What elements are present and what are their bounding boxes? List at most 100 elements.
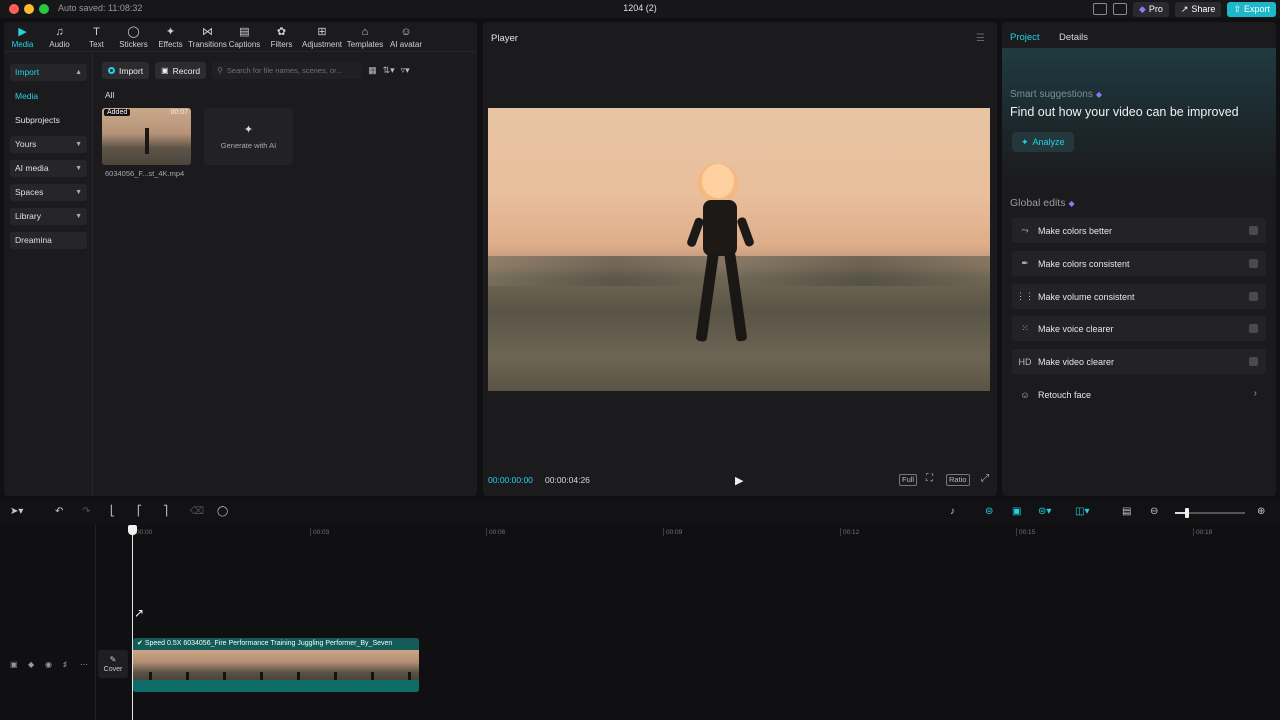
global-edit-make-voice-clearer[interactable]: ⁙ Make voice clearer	[1012, 316, 1266, 341]
zoom-in-icon[interactable]: ⊕	[1257, 506, 1265, 517]
trim-left-icon[interactable]: ⎡	[137, 506, 142, 517]
ruler-tick	[663, 528, 664, 536]
lock-icon[interactable]: ◆	[28, 660, 34, 669]
zoom-slider-handle[interactable]	[1185, 508, 1189, 518]
sidebar-item-label: Spaces	[15, 187, 44, 197]
toggle-checkbox[interactable]	[1249, 324, 1258, 333]
grid-view-icon[interactable]: ▦	[368, 65, 377, 76]
analyze-button[interactable]: ✦ Analyze	[1012, 132, 1074, 152]
tab-templates[interactable]: ⌂ Templates	[344, 22, 386, 51]
project-title[interactable]: 1204 (2)	[600, 3, 680, 13]
sidebar-item-ai-media[interactable]: AI media ▼	[10, 160, 87, 177]
zoom-out-icon[interactable]: ⊖	[1150, 506, 1158, 517]
import-button[interactable]: Import	[102, 62, 150, 79]
sidebar-item-import[interactable]: Import ▲	[10, 64, 87, 81]
minimize-window-button[interactable]	[24, 4, 34, 14]
tab-ai-avatar[interactable]: ☺ AI avatar	[386, 22, 426, 51]
zoom-window-button[interactable]	[39, 4, 49, 14]
sidebar-item-subprojects[interactable]: Subprojects	[10, 112, 87, 129]
playhead[interactable]	[132, 528, 133, 720]
gem-icon: ◆	[1068, 199, 1075, 208]
track-type-icon: ▣	[10, 660, 18, 669]
shield-icon[interactable]: ◯	[217, 506, 228, 517]
tab-details[interactable]: Details	[1059, 32, 1088, 43]
redo-icon[interactable]: ↷	[82, 506, 90, 517]
split-icon[interactable]: ⎣	[110, 506, 115, 517]
microphone-icon[interactable]: ♪	[950, 506, 955, 517]
tab-effects[interactable]: ✦ Effects	[152, 22, 189, 51]
preview-axis-icon[interactable]: ◫▾	[1075, 506, 1089, 517]
global-edit-label: Make voice clearer	[1038, 323, 1114, 334]
caption-track-icon[interactable]: ▤	[1122, 506, 1131, 517]
global-edit-make-video-clearer[interactable]: HD Make video clearer	[1012, 349, 1266, 374]
sidebar-item-spaces[interactable]: Spaces ▼	[10, 184, 87, 201]
sidebar-item-yours[interactable]: Yours ▼	[10, 136, 87, 153]
search-input[interactable]: ⚲ Search for file names, scenes, or...	[212, 62, 363, 79]
import-icon	[108, 67, 115, 74]
player-title: Player	[491, 33, 518, 44]
select-tool-icon[interactable]: ➤▾	[10, 506, 23, 517]
toggle-checkbox[interactable]	[1249, 226, 1258, 235]
global-edit-label: Make video clearer	[1038, 356, 1115, 367]
sidebar-item-dreamina[interactable]: Dreamina	[10, 232, 87, 249]
toggle-checkbox[interactable]	[1249, 357, 1258, 366]
tab-filters[interactable]: ✿ Filters	[263, 22, 300, 51]
tab-transitions[interactable]: ⋈ Transitions	[188, 22, 227, 51]
sidebar-item-media[interactable]: Media	[10, 88, 87, 105]
export-button[interactable]: ⇧ Export	[1227, 1, 1276, 17]
auto-snap-icon[interactable]: ▣	[1012, 506, 1021, 517]
export-icon: ⇧	[1233, 3, 1241, 14]
search-icon: ⚲	[217, 66, 223, 75]
timeline-video-clip[interactable]: ✔ Speed 0.5X 6034056_Fire Performance Tr…	[133, 638, 419, 692]
full-quality-button[interactable]: Full	[899, 474, 918, 486]
tab-adjustment[interactable]: ⊞ Adjustment	[300, 22, 344, 51]
layout-icon[interactable]	[1092, 3, 1107, 15]
sidebar-item-library[interactable]: Library ▼	[10, 208, 87, 225]
shortcuts-icon[interactable]	[1112, 3, 1127, 15]
close-window-button[interactable]	[9, 4, 19, 14]
share-icon: ↗	[1180, 3, 1189, 14]
toggle-checkbox[interactable]	[1249, 292, 1258, 301]
playhead-handle[interactable]	[128, 525, 137, 535]
pro-button[interactable]: ◆ Pro	[1132, 1, 1169, 17]
video-preview[interactable]	[488, 108, 990, 391]
clip-filmstrip	[133, 650, 419, 683]
tab-captions[interactable]: ▤ Captions	[226, 22, 263, 51]
properties-panel: Project Details Smart suggestions ◆ Find …	[1002, 22, 1276, 496]
tab-text[interactable]: T Text	[78, 22, 115, 51]
global-edit-make-colors-consistent[interactable]: ✒ Make colors consistent	[1012, 251, 1266, 276]
tab-media[interactable]: ▶ Media	[4, 22, 41, 51]
tab-stickers[interactable]: ◯ Stickers	[115, 22, 152, 51]
undo-icon[interactable]: ↶	[55, 506, 63, 517]
fullscreen-icon[interactable]: ⤢	[979, 474, 991, 484]
media-thumbnail[interactable]: Added 00:07	[102, 108, 191, 165]
more-icon[interactable]: ⋯	[80, 660, 88, 669]
delete-icon[interactable]: ⌫	[190, 506, 204, 517]
play-button[interactable]: ▶	[735, 474, 743, 487]
mute-icon[interactable]: ♯	[63, 660, 67, 669]
visibility-icon[interactable]: ◉	[45, 660, 52, 669]
global-edit-retouch-face[interactable]: ☺ Retouch face ›	[1012, 382, 1266, 407]
global-edit-make-colors-better[interactable]: ⤳ Make colors better	[1012, 218, 1266, 243]
tab-label: AI avatar	[389, 40, 422, 49]
tab-audio[interactable]: ♫ Audio	[41, 22, 78, 51]
category-toolbar: ▶ Media ♫ Audio T Text ◯ Stickers ✦ Effects ⋈…	[4, 22, 477, 52]
menu-icon[interactable]: ☰	[976, 33, 985, 44]
share-button[interactable]: ↗ Share	[1174, 1, 1222, 17]
main-track-magnet-icon[interactable]: ⊜	[985, 506, 993, 517]
ratio-button[interactable]: Ratio	[946, 474, 970, 486]
tab-project[interactable]: Project	[1010, 32, 1040, 43]
filter-all[interactable]: All	[105, 90, 114, 100]
sidebar-item-label: Library	[15, 211, 41, 221]
sort-icon[interactable]: ⇅▾	[383, 65, 395, 76]
record-button[interactable]: ▣ Record	[155, 62, 207, 79]
fit-view-icon[interactable]: ⛶	[924, 474, 935, 484]
cover-button[interactable]: ✎ Cover	[98, 650, 128, 678]
trim-right-icon[interactable]: ⎤	[163, 506, 168, 517]
linkage-icon[interactable]: ⊜▾	[1038, 506, 1051, 517]
sliders-icon: ⋮⋮	[1016, 291, 1034, 301]
toggle-checkbox[interactable]	[1249, 259, 1258, 268]
global-edit-make-volume-consistent[interactable]: ⋮⋮ Make volume consistent	[1012, 284, 1266, 309]
generate-with-ai-button[interactable]: ✦ Generate with AI	[204, 108, 293, 165]
filter-icon[interactable]: ▿▾	[401, 65, 410, 76]
